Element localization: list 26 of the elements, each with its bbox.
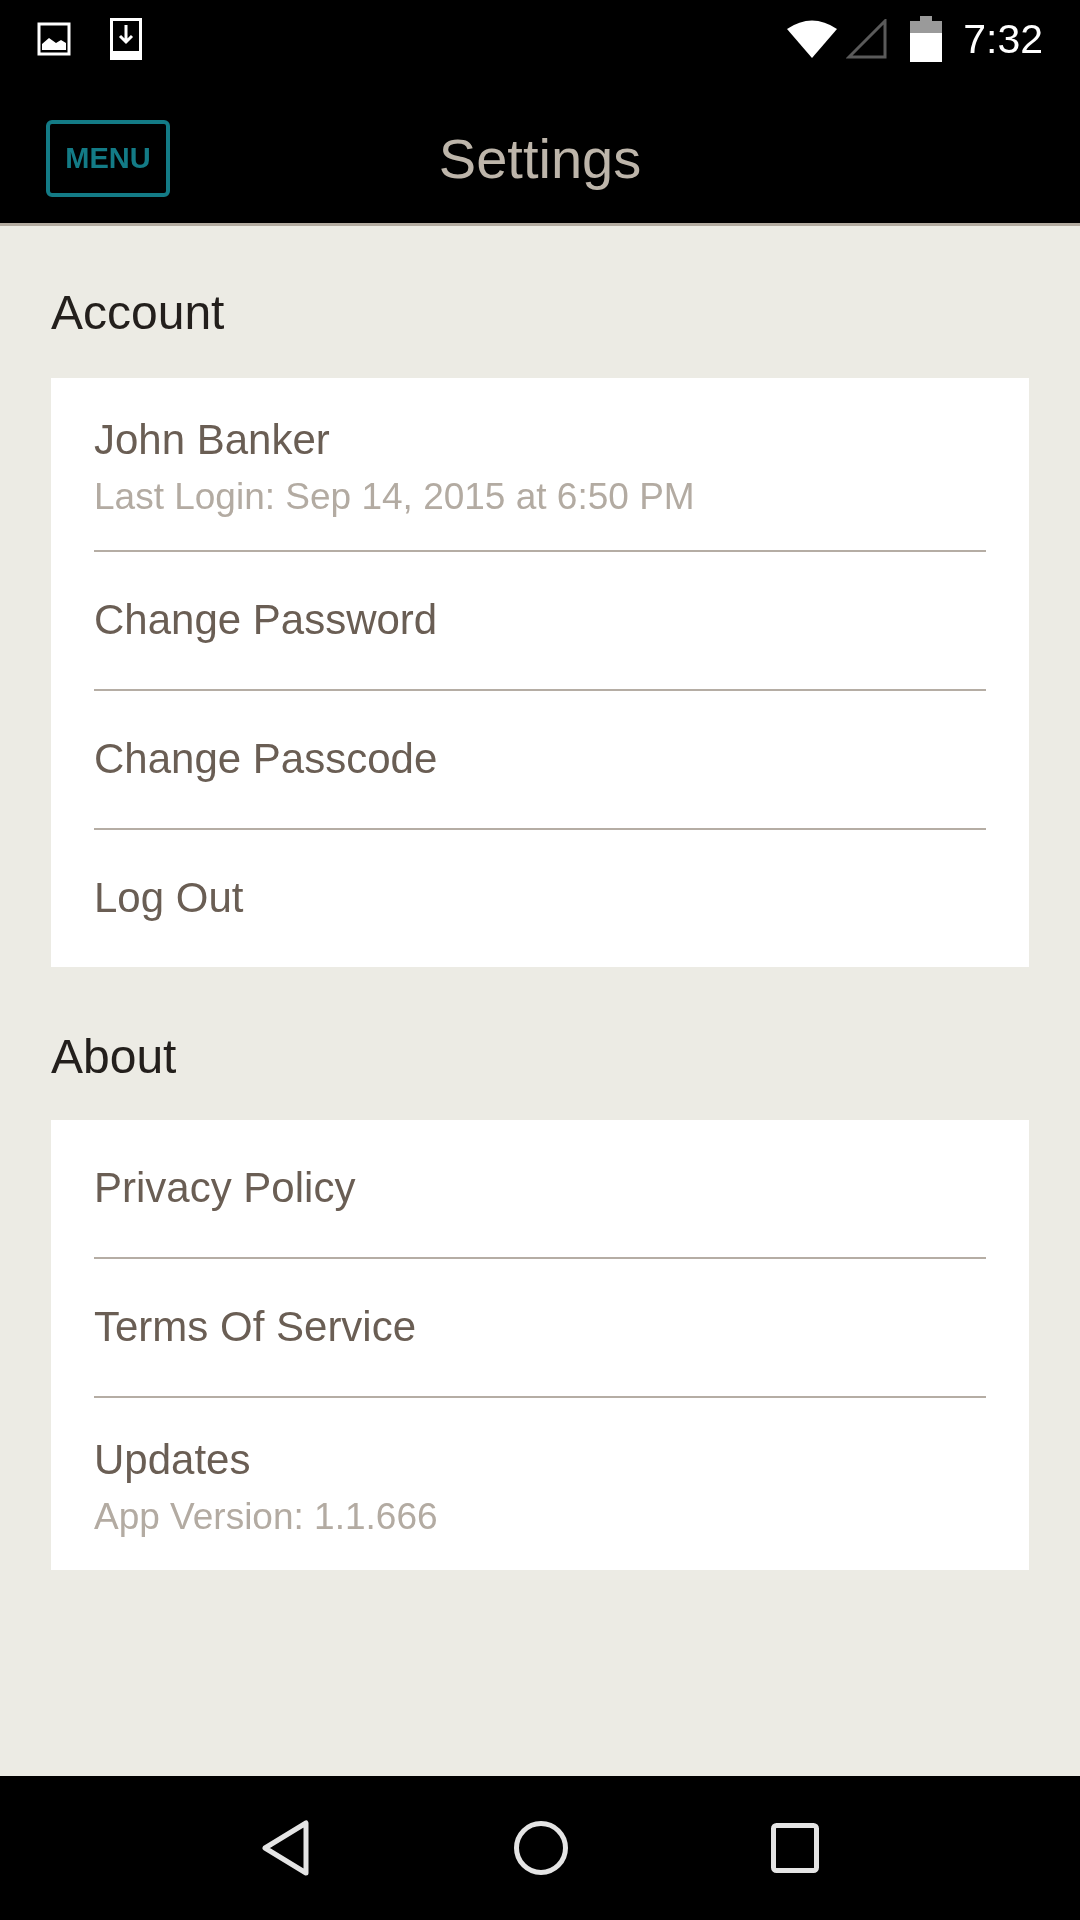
- battery-icon: [910, 16, 943, 62]
- back-icon: [261, 1820, 312, 1876]
- recents-icon: [770, 1823, 819, 1873]
- section-heading: Account: [51, 288, 225, 338]
- recents-button[interactable]: [770, 1823, 819, 1873]
- signal-icon: [846, 19, 888, 59]
- settings-item[interactable]: John Banker Last Login: Sep 14, 2015 at 6:50 PM: [94, 378, 986, 550]
- settings-item[interactable]: Terms Of Service: [94, 1259, 986, 1396]
- item-title: John Banker: [94, 415, 330, 465]
- settings-item[interactable]: Change Password: [94, 552, 986, 689]
- settings-item[interactable]: Change Passcode: [94, 691, 986, 828]
- wifi-icon: [787, 20, 838, 58]
- section-heading: About: [51, 1032, 177, 1082]
- download-icon: [110, 18, 142, 60]
- back-button[interactable]: [261, 1820, 312, 1876]
- home-button[interactable]: [514, 1821, 568, 1875]
- settings-item[interactable]: Updates App Version: 1.1.666: [94, 1398, 986, 1570]
- home-icon: [514, 1821, 568, 1875]
- image-icon: [37, 22, 71, 56]
- item-subtitle: Last Login: Sep 14, 2015 at 6:50 PM: [94, 475, 695, 519]
- menu-button[interactable]: MENU: [46, 120, 170, 197]
- item-subtitle: App Version: 1.1.666: [94, 1495, 438, 1539]
- settings-item[interactable]: Log Out: [94, 830, 986, 967]
- item-title: Updates: [94, 1435, 251, 1485]
- settings-item[interactable]: Privacy Policy: [94, 1120, 986, 1257]
- status-time: 7:32: [963, 18, 1043, 60]
